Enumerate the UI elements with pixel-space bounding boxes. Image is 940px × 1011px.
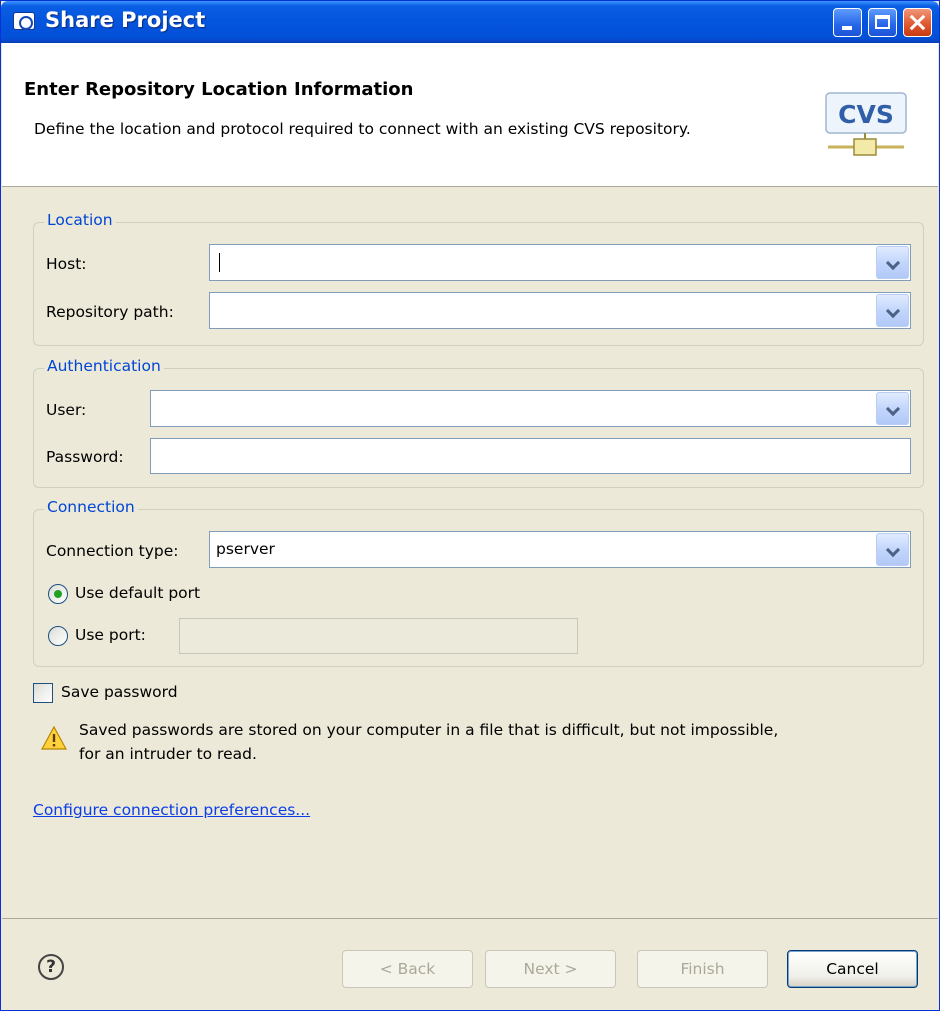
minimize-button[interactable]	[833, 8, 862, 37]
repository-path-label: Repository path:	[46, 303, 174, 321]
repository-path-dropdown-icon[interactable]	[876, 294, 909, 327]
port-field[interactable]	[179, 618, 578, 654]
save-password-checkbox[interactable]	[33, 683, 53, 703]
save-password-warning: Saved passwords are stored on your compu…	[79, 721, 779, 739]
connection-type-dropdown-icon[interactable]	[876, 533, 909, 566]
user-dropdown-icon[interactable]	[876, 392, 909, 425]
footer-separator	[2, 918, 938, 919]
authentication-legend: Authentication	[44, 357, 164, 375]
title-bar[interactable]: Share Project	[1, 1, 939, 43]
share-project-dialog: Share Project Enter Repository Location …	[0, 0, 940, 1011]
location-legend: Location	[44, 211, 116, 229]
use-default-port-radio[interactable]	[48, 584, 68, 604]
close-button[interactable]	[903, 8, 932, 37]
maximize-icon	[875, 15, 890, 29]
cvs-icon-text: CVS	[838, 100, 894, 129]
user-label: User:	[46, 401, 87, 419]
connection-type-combo[interactable]: pserver	[209, 531, 911, 568]
host-combo[interactable]	[209, 244, 911, 281]
window-title: Share Project	[45, 8, 206, 32]
next-button[interactable]: Next >	[485, 950, 616, 988]
save-password-label[interactable]: Save password	[61, 683, 178, 701]
configure-connection-preferences-link[interactable]: Configure connection preferences...	[33, 801, 310, 819]
password-field[interactable]	[150, 438, 911, 474]
wizard-banner: Enter Repository Location Information De…	[2, 43, 938, 187]
connection-type-label: Connection type:	[46, 542, 179, 560]
maximize-button[interactable]	[868, 8, 897, 37]
repository-path-combo[interactable]	[209, 292, 911, 329]
host-label: Host:	[46, 255, 87, 273]
connection-legend: Connection	[44, 498, 138, 516]
minimize-icon	[842, 26, 852, 30]
use-port-label[interactable]: Use port:	[75, 626, 146, 644]
use-default-port-label[interactable]: Use default port	[75, 584, 200, 602]
password-label: Password:	[46, 448, 124, 466]
help-icon[interactable]: ?	[38, 954, 64, 980]
close-icon	[904, 9, 931, 36]
host-dropdown-icon[interactable]	[876, 246, 909, 279]
cvs-repository-icon: CVS	[825, 92, 907, 156]
save-password-warning-line2: for an intruder to read.	[79, 745, 257, 763]
warning-icon	[41, 726, 67, 750]
cancel-button[interactable]: Cancel	[787, 950, 918, 988]
finish-button[interactable]: Finish	[637, 950, 768, 988]
page-title: Enter Repository Location Information	[24, 79, 414, 100]
back-button[interactable]: < Back	[342, 950, 473, 988]
page-description: Define the location and protocol require…	[34, 120, 691, 138]
use-port-radio[interactable]	[48, 626, 68, 646]
connection-type-value: pserver	[216, 540, 275, 558]
user-combo[interactable]	[150, 390, 911, 427]
app-icon	[13, 12, 35, 30]
text-cursor	[219, 253, 220, 272]
